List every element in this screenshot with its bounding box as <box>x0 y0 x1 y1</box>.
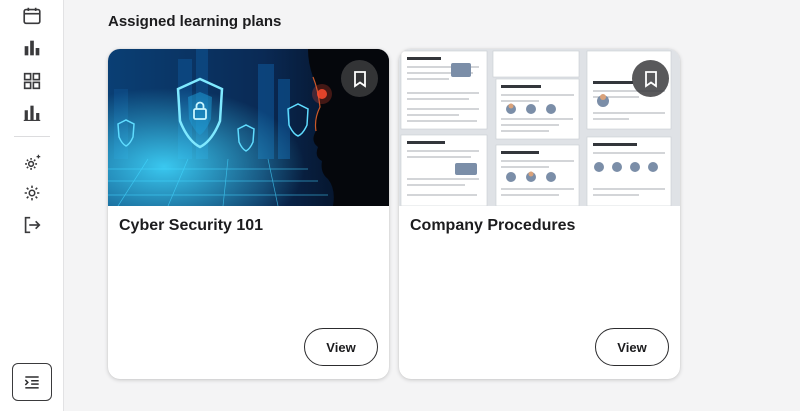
bookmark-icon <box>353 70 366 88</box>
bookmark-button[interactable] <box>341 60 378 97</box>
stats-icon[interactable] <box>20 101 44 125</box>
bookmark-button[interactable] <box>632 60 669 97</box>
indent-toggle-icon <box>24 376 39 389</box>
logout-icon[interactable] <box>20 213 44 237</box>
view-button[interactable]: View <box>304 328 378 366</box>
learning-plan-card[interactable]: Company Procedures View <box>399 49 680 379</box>
bar-chart-icon[interactable] <box>20 36 44 60</box>
cyber-security-shield-image <box>108 49 389 206</box>
sidebar <box>0 0 64 411</box>
calendar-icon[interactable] <box>20 4 44 28</box>
section-title: Assigned learning plans <box>108 13 282 30</box>
card-title: Cyber Security 101 <box>119 217 264 234</box>
view-button[interactable]: View <box>595 328 669 366</box>
sidebar-collapse-button[interactable] <box>12 363 52 401</box>
learning-plan-card[interactable]: Cyber Security 101 View <box>108 49 389 379</box>
card-title: Company Procedures <box>410 217 576 234</box>
settings-icon[interactable] <box>20 181 44 205</box>
grid-icon[interactable] <box>20 69 44 93</box>
bookmark-icon <box>644 70 657 88</box>
gear-sparkle-icon[interactable] <box>20 151 44 175</box>
company-procedures-document-image <box>399 49 680 206</box>
sidebar-divider <box>14 136 50 137</box>
